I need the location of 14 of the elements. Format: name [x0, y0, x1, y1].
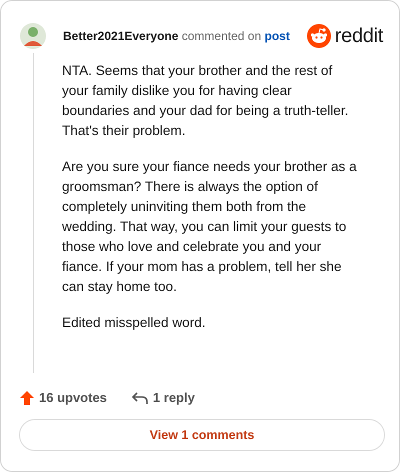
comment-paragraph: Edited misspelled word. [62, 314, 207, 332]
avatar [19, 21, 47, 51]
view-comments-button[interactable]: View 1 comments [19, 419, 385, 451]
comment-paragraph: NTA. Seems that your brother and the rest of your family dislike you for having clear boundaries and your dad for being a truth-teller. That's their problem. [62, 62, 350, 140]
post-link[interactable]: post [264, 29, 290, 43]
action-text: commented on [182, 29, 262, 43]
comment-paragraph: Are you sure your fiance needs your brother as a groomsman? There is always the option of completely uninviting them both from the wedding. That way, you can limit your guests to those who love and celebrate you and your fiance. If your mom has a problem, tell her she can stay home too. [62, 158, 358, 296]
brand-name: reddit [334, 24, 383, 49]
upvote-count: 16 upvotes [39, 389, 107, 408]
username[interactable]: Better2021Everyone [63, 29, 178, 43]
reply-count[interactable]: 1 reply [152, 388, 195, 408]
reply-icon[interactable] [130, 390, 149, 406]
reddit-logo-icon [306, 24, 331, 48]
upvote-icon[interactable] [19, 390, 35, 406]
